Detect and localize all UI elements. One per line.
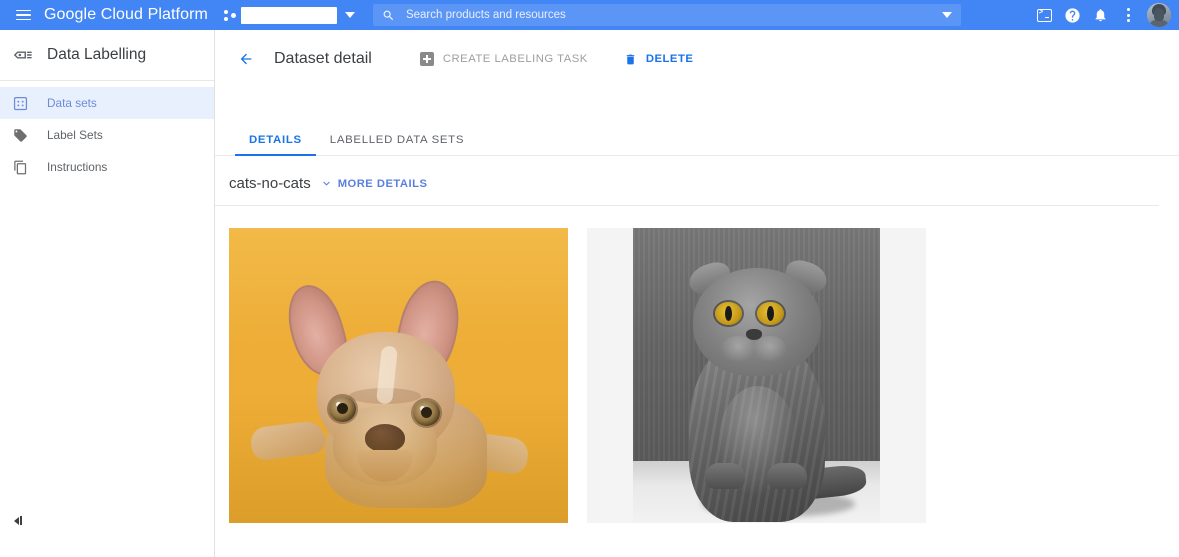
cat-photo-letterbox [587, 228, 926, 523]
chevron-down-icon [941, 12, 952, 18]
top-navigation-bar: Google Cloud Platform Search products an… [0, 0, 1179, 30]
instructions-icon [13, 160, 33, 175]
dataset-image-grid [215, 228, 1179, 523]
more-details-toggle[interactable]: MORE DETAILS [320, 177, 428, 190]
project-dots-icon [223, 8, 237, 22]
page-title: Dataset detail [274, 50, 372, 67]
back-arrow-icon[interactable] [235, 48, 257, 70]
sidebar-title: Data Labelling [47, 46, 147, 63]
project-name-value [240, 6, 337, 24]
sidebar-item-label: Label Sets [47, 128, 103, 142]
cat-photo [633, 228, 880, 523]
dataset-image-dog[interactable] [229, 228, 568, 523]
sidebar-header: Data Labelling [0, 30, 214, 81]
avatar[interactable] [1147, 3, 1171, 27]
project-selector[interactable] [223, 6, 355, 24]
more-options-icon[interactable] [1115, 2, 1141, 28]
delete-button[interactable]: DELETE [624, 52, 694, 67]
more-details-label: MORE DETAILS [337, 177, 428, 190]
create-labeling-task-label: CREATE LABELING TASK [442, 53, 588, 65]
label-tag-icon [13, 128, 33, 143]
sidebar: Data Labelling Data sets Label Sets Inst… [0, 30, 215, 557]
trash-icon [626, 54, 635, 64]
dataset-grid-icon [13, 96, 33, 111]
sidebar-item-label: Data sets [47, 96, 97, 110]
sidebar-item-data-sets[interactable]: Data sets [0, 87, 214, 119]
hamburger-menu-icon[interactable] [8, 0, 38, 30]
nav-actions [1031, 2, 1179, 28]
sidebar-item-instructions[interactable]: Instructions [0, 151, 214, 183]
chevron-down-icon [322, 181, 330, 186]
sidebar-item-label-sets[interactable]: Label Sets [0, 119, 214, 151]
tab-bar: DETAILS LABELLED DATA SETS [215, 120, 1179, 156]
delete-label: DELETE [645, 53, 694, 65]
search-placeholder: Search products and resources [405, 9, 566, 21]
notifications-bell-icon[interactable] [1087, 2, 1113, 28]
page-toolbar: Dataset detail CREATE LABELING TASK DELE… [215, 38, 1179, 80]
search-input[interactable]: Search products and resources [372, 4, 961, 26]
sidebar-item-label: Instructions [47, 160, 108, 174]
dataset-name: cats-no-cats [229, 175, 311, 192]
cloud-shell-icon[interactable] [1031, 2, 1057, 28]
google-cloud-platform-logo[interactable]: Google Cloud Platform [44, 6, 208, 24]
tab-details[interactable]: DETAILS [235, 134, 316, 156]
add-box-icon [419, 52, 434, 66]
sidebar-nav: Data sets Label Sets Instructions [0, 81, 214, 183]
app-body: Data Labelling Data sets Label Sets Inst… [0, 30, 1179, 557]
dataset-image-cat[interactable] [587, 228, 926, 523]
chevron-down-icon [344, 12, 355, 18]
data-labelling-icon [11, 45, 37, 65]
help-icon[interactable] [1059, 2, 1085, 28]
create-labeling-task-button[interactable]: CREATE LABELING TASK [419, 52, 588, 66]
collapse-sidebar-icon[interactable] [14, 516, 22, 525]
dog-photo [229, 228, 568, 523]
tab-labelled-data-sets[interactable]: LABELLED DATA SETS [316, 134, 478, 155]
dataset-name-row: cats-no-cats MORE DETAILS [215, 162, 1159, 206]
main-content: Dataset detail CREATE LABELING TASK DELE… [215, 30, 1179, 557]
search-icon [383, 10, 394, 20]
